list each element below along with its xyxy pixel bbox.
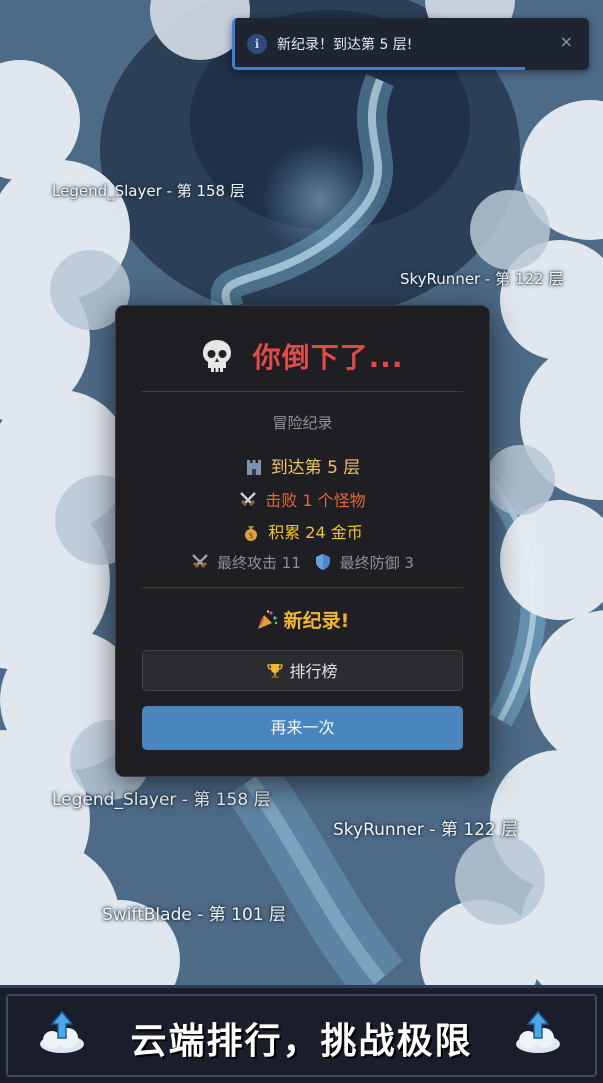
toast-progress-bar xyxy=(235,67,526,70)
info-icon: i xyxy=(247,34,267,54)
skull-icon xyxy=(203,340,232,372)
bottom-banner: 云端排行，挑战极限 xyxy=(0,985,603,1083)
sky-leaderboard-label: SkyRunner - 第 122 层 xyxy=(333,820,519,840)
floor-text: 到达第 5 层 xyxy=(270,458,361,478)
section-title: 冒险纪录 xyxy=(272,414,333,432)
cloud-upload-icon xyxy=(516,1010,560,1053)
leaderboard-label: 排行榜 xyxy=(289,662,338,681)
castle-icon xyxy=(246,460,261,475)
kills-text: 击败 1 个怪物 xyxy=(265,491,366,510)
floor-stat: 到达第 5 层 xyxy=(116,453,489,478)
swords-icon xyxy=(192,554,208,569)
record-toast: i 新纪录！到达第 5 层! × xyxy=(232,18,589,70)
toast-message: 新纪录！到达第 5 层! xyxy=(277,37,413,53)
leaderboard-button[interactable]: 排行榜 xyxy=(142,650,463,691)
shield-icon xyxy=(315,554,330,570)
divider xyxy=(142,391,463,392)
close-icon[interactable]: × xyxy=(560,32,573,51)
final-stats: 最终攻击 11 最终防御 3 xyxy=(116,552,489,573)
dialog-title: 你倒下了... xyxy=(252,341,404,374)
sky-leaderboard-label: SwiftBlade - 第 101 层 xyxy=(102,905,287,925)
game-over-dialog: 你倒下了... 冒险纪录 到达第 5 层 击败 1 个怪物 $ 积累 24 金币… xyxy=(115,305,490,777)
gold-stat: $ 积累 24 金币 xyxy=(116,519,489,543)
money-bag-icon: $ xyxy=(245,526,258,541)
sky-leaderboard-label: Legend_Slayer - 第 158 层 xyxy=(52,182,245,200)
final-attack: 最终攻击 11 xyxy=(217,554,301,572)
title-row: 你倒下了... xyxy=(116,336,489,376)
kills-stat: 击败 1 个怪物 xyxy=(116,487,489,511)
svg-text:$: $ xyxy=(249,531,254,540)
new-record-text: 新纪录! xyxy=(283,610,350,632)
sky-leaderboard-label: Legend_Slayer - 第 158 层 xyxy=(52,790,271,810)
final-defense: 最终防御 3 xyxy=(339,554,414,572)
sky-leaderboard-label: SkyRunner - 第 122 层 xyxy=(400,270,564,288)
retry-button[interactable]: 再来一次 xyxy=(142,706,463,750)
party-popper-icon xyxy=(257,610,277,629)
retry-label: 再来一次 xyxy=(270,718,335,737)
gold-text: 积累 24 金币 xyxy=(268,523,363,542)
divider xyxy=(142,587,463,588)
new-record-banner: 新纪录! xyxy=(116,606,489,633)
trophy-icon xyxy=(267,664,284,678)
swords-icon xyxy=(240,492,257,507)
